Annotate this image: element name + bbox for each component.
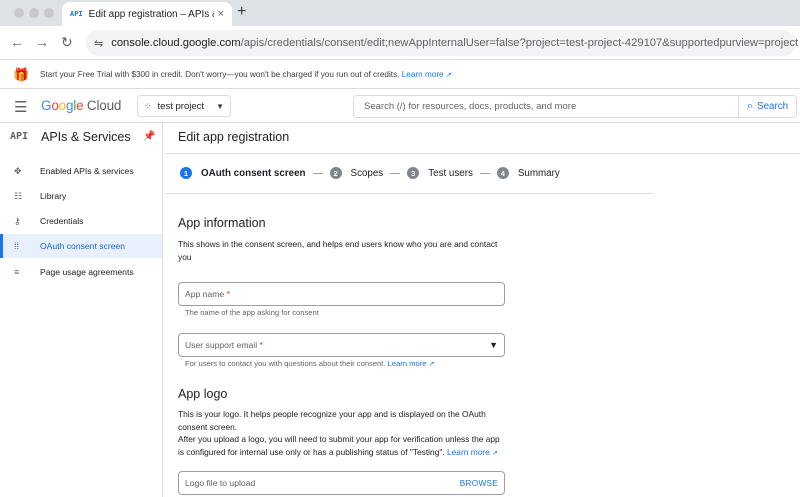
url-input[interactable]: ⇋ console.cloud.google.com/apis/credenti… bbox=[86, 30, 798, 56]
search-button[interactable]: ⌕ Search bbox=[738, 95, 797, 118]
sidebar-item-library[interactable]: ☷ Library bbox=[0, 184, 162, 208]
step-separator bbox=[312, 172, 323, 174]
divider bbox=[164, 153, 800, 154]
google-cloud-logo[interactable]: Google Cloud bbox=[41, 98, 121, 113]
main-content: Edit app registration 1 OAuth consent sc… bbox=[164, 123, 800, 497]
window-zoom-button[interactable] bbox=[44, 8, 54, 18]
sidebar-item-label: Credentials bbox=[40, 216, 84, 226]
link-label: Learn more bbox=[387, 359, 427, 368]
dropdown-arrow-icon: ▼ bbox=[489, 340, 498, 350]
sidebar-item-label: Enabled APIs & services bbox=[40, 166, 134, 176]
app-information-heading: App information bbox=[178, 216, 266, 230]
library-icon: ☷ bbox=[14, 190, 23, 201]
user-support-email-hint: For users to contact you with questions … bbox=[185, 359, 434, 368]
consent-icon: ⁞⁞ bbox=[14, 241, 20, 251]
app-name-label: App name bbox=[185, 289, 225, 299]
new-tab-icon[interactable]: + bbox=[237, 3, 246, 21]
banner-message: Start your Free Trial with $300 in credi… bbox=[40, 70, 400, 79]
free-trial-banner: 🎁 Start your Free Trial with $300 in cre… bbox=[0, 61, 800, 89]
search-placeholder: Search (/) for resources, docs, products… bbox=[364, 101, 577, 112]
step-number-4: 4 bbox=[496, 167, 509, 179]
external-link-icon: ↗ bbox=[428, 361, 435, 368]
reload-icon[interactable]: ↻ bbox=[61, 34, 73, 51]
api-badge-icon: API bbox=[10, 131, 29, 142]
user-support-email-select[interactable]: User support email * ▼ bbox=[178, 333, 505, 357]
sidebar-item-page-usage[interactable]: ≡ Page usage agreements bbox=[0, 260, 162, 284]
step-oauth-consent[interactable]: OAuth consent screen bbox=[201, 168, 306, 179]
external-link-icon: ↗ bbox=[492, 450, 499, 457]
required-marker: * bbox=[259, 340, 263, 350]
logo-upload-field[interactable]: Logo file to upload BROWSE bbox=[178, 471, 505, 495]
project-picker-button[interactable]: ⁘ test project ▼ bbox=[137, 95, 231, 117]
logo-upload-label: Logo file to upload bbox=[185, 478, 256, 488]
pin-icon[interactable]: 📌 bbox=[143, 131, 155, 142]
sidebar-item-label: Page usage agreements bbox=[40, 267, 134, 277]
sidebar-item-oauth-consent[interactable]: ⁞⁞ OAuth consent screen bbox=[0, 234, 162, 258]
app-logo-verification-note: After you upload a logo, you will need t… bbox=[178, 433, 508, 460]
page-title: Edit app registration bbox=[178, 130, 290, 144]
sidebar-item-credentials[interactable]: ⚷ Credentials bbox=[0, 209, 162, 233]
window-minimize-button[interactable] bbox=[29, 8, 39, 18]
forward-arrow-icon[interactable]: → bbox=[35, 34, 49, 50]
agreements-icon: ≡ bbox=[14, 267, 20, 277]
step-test-users[interactable]: Test users bbox=[428, 168, 473, 179]
search-button-label: Search bbox=[757, 101, 789, 112]
chevron-down-icon: ▼ bbox=[216, 101, 224, 111]
sidebar-item-label: OAuth consent screen bbox=[40, 241, 126, 251]
app-logo-description: This is your logo. It helps people recog… bbox=[178, 409, 486, 432]
url-path: /apis/credentials/consent/edit;newAppInt… bbox=[240, 37, 799, 49]
sidebar-item-label: Library bbox=[40, 191, 67, 201]
url-text: console.cloud.google.com/apis/credential… bbox=[111, 37, 798, 49]
app-information-description: This shows in the consent screen, and he… bbox=[178, 239, 498, 262]
cloud-header: ☰ Google Cloud ⁘ test project ▼ Search (… bbox=[0, 89, 800, 123]
tab-title: Edit app registration – APIs & bbox=[88, 8, 214, 20]
banner-learn-more-link[interactable]: Learn more ↗ bbox=[402, 70, 452, 79]
user-support-email-label: User support email bbox=[185, 340, 258, 350]
menu-icon[interactable]: ☰ bbox=[14, 98, 27, 116]
learn-more-link[interactable]: Learn more ↗ bbox=[388, 359, 435, 368]
url-domain: console.cloud.google.com bbox=[111, 37, 241, 49]
search-input[interactable]: Search (/) for resources, docs, products… bbox=[353, 95, 739, 118]
search-icon: ⌕ bbox=[746, 100, 754, 112]
step-summary[interactable]: Summary bbox=[518, 168, 560, 179]
divider bbox=[164, 193, 654, 194]
app-logo-heading: App logo bbox=[178, 387, 228, 401]
step-number-2: 2 bbox=[329, 167, 342, 179]
stepper: 1 OAuth consent screen 2 Scopes 3 Test u… bbox=[180, 167, 560, 179]
enabled-apis-icon: ✥ bbox=[14, 165, 22, 176]
sidebar-item-enabled-apis[interactable]: ✥ Enabled APIs & services bbox=[0, 159, 162, 183]
project-name: test project bbox=[157, 100, 205, 112]
api-favicon-icon: API bbox=[70, 10, 83, 18]
step-separator bbox=[479, 172, 490, 174]
banner-link-label: Learn more bbox=[401, 70, 444, 79]
step-number-3: 3 bbox=[407, 167, 420, 179]
browse-button[interactable]: BROWSE bbox=[460, 479, 498, 488]
required-marker: * bbox=[226, 289, 230, 299]
gift-icon: 🎁 bbox=[13, 67, 30, 82]
learn-more-link[interactable]: Learn more ↗ bbox=[447, 447, 498, 457]
step-number-1: 1 bbox=[180, 167, 192, 179]
site-info-icon[interactable]: ⇋ bbox=[94, 37, 103, 50]
step-scopes[interactable]: Scopes bbox=[351, 168, 384, 179]
back-arrow-icon[interactable]: ← bbox=[10, 34, 24, 50]
link-label: Learn more bbox=[446, 447, 490, 457]
logo-cloud: Cloud bbox=[83, 98, 122, 113]
project-icon: ⁘ bbox=[144, 100, 152, 111]
app-name-field[interactable]: App name * bbox=[178, 282, 505, 306]
window-close-button[interactable] bbox=[14, 8, 24, 18]
close-icon[interactable]: × bbox=[218, 8, 224, 20]
browser-tab[interactable]: API Edit app registration – APIs & × bbox=[62, 2, 232, 26]
sidebar-header: API APIs & Services 📌 bbox=[0, 123, 163, 153]
app-name-hint: The name of the app asking for consent bbox=[185, 308, 319, 317]
banner-text: Start your Free Trial with $300 in credi… bbox=[40, 70, 452, 79]
hint-text: For users to contact you with questions … bbox=[185, 359, 386, 368]
browser-tab-bar: API Edit app registration – APIs & × + bbox=[0, 0, 800, 26]
address-bar: ← → ↻ ⇋ console.cloud.google.com/apis/cr… bbox=[0, 26, 800, 60]
sidebar-title: APIs & Services bbox=[41, 130, 131, 144]
step-separator bbox=[390, 172, 401, 174]
external-link-icon: ↗ bbox=[445, 72, 452, 79]
logo-google: Google bbox=[41, 98, 84, 113]
sidebar: API APIs & Services 📌 ✥ Enabled APIs & s… bbox=[0, 123, 163, 497]
key-icon: ⚷ bbox=[14, 215, 21, 226]
